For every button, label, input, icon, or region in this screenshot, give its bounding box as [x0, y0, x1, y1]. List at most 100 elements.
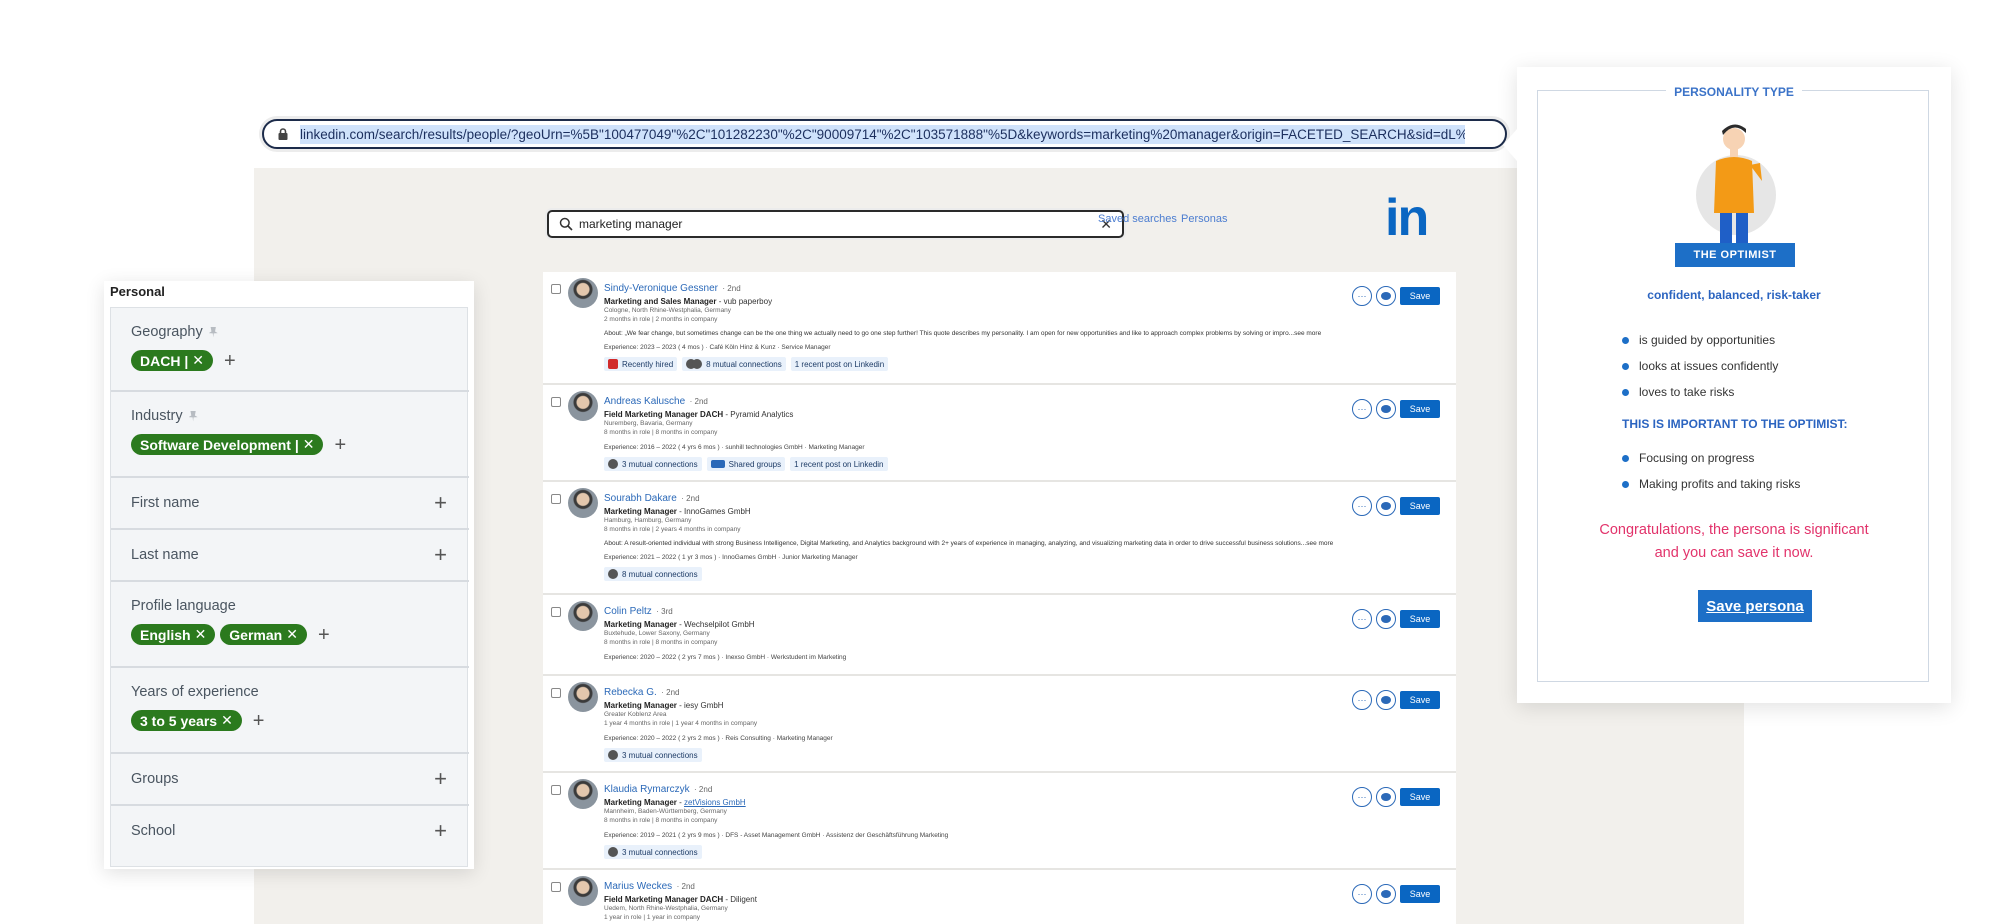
avatar[interactable] [568, 278, 598, 308]
add-filter-icon[interactable]: + [318, 625, 330, 645]
result-name[interactable]: Andreas Kalusche [604, 396, 685, 407]
mutual-connections-chip[interactable]: 3 mutual connections [604, 457, 702, 471]
filter-tag-german[interactable]: German ✕ [220, 624, 307, 645]
message-button[interactable] [1376, 787, 1396, 807]
avatar[interactable] [568, 488, 598, 518]
search-query[interactable]: marketing manager [579, 217, 1100, 231]
address-bar[interactable]: linkedin.com/search/results/people/?geoU… [262, 119, 1507, 149]
result-row[interactable]: Marius Weckes · 2nd Field Marketing Mana… [543, 870, 1456, 924]
add-filter-icon[interactable]: + [224, 351, 236, 371]
save-button[interactable]: Save [1400, 691, 1440, 709]
saved-searches-link[interactable]: Saved searches [1098, 213, 1177, 225]
search-input[interactable]: marketing manager ✕ [547, 210, 1124, 238]
message-button[interactable] [1376, 286, 1396, 306]
result-name[interactable]: Colin Peltz [604, 606, 652, 617]
filter-label: Geography [131, 324, 203, 340]
avatar[interactable] [568, 682, 598, 712]
result-company: - Pyramid Analytics [723, 410, 794, 419]
select-checkbox[interactable] [551, 882, 561, 892]
filter-tag-3-to-5-years[interactable]: 3 to 5 years ✕ [131, 710, 242, 731]
filter-tag-english[interactable]: English ✕ [131, 624, 216, 645]
result-role: Marketing Manager [604, 701, 677, 710]
save-button[interactable]: Save [1400, 885, 1440, 903]
remove-tag-icon[interactable]: ✕ [192, 352, 204, 369]
save-persona-button[interactable]: Save persona [1698, 590, 1812, 622]
result-name[interactable]: Rebecka G. [604, 687, 657, 698]
filter-school[interactable]: School + [111, 806, 469, 858]
message-button[interactable] [1376, 496, 1396, 516]
message-button[interactable] [1376, 690, 1396, 710]
pin-icon[interactable] [188, 410, 198, 422]
result-tenure: 8 months in role | 8 months in company [604, 817, 718, 824]
remove-tag-icon[interactable]: ✕ [286, 626, 298, 643]
save-button[interactable]: Save [1400, 497, 1440, 515]
select-checkbox[interactable] [551, 284, 561, 294]
remove-tag-icon[interactable]: ✕ [303, 436, 315, 453]
select-checkbox[interactable] [551, 785, 561, 795]
result-row[interactable]: Colin Peltz · 3rd Marketing Manager - We… [543, 595, 1456, 676]
save-button[interactable]: Save [1400, 788, 1440, 806]
personas-link[interactable]: Personas [1181, 213, 1227, 225]
more-options-button[interactable]: ··· [1352, 399, 1372, 419]
result-name[interactable]: Marius Weckes [604, 881, 672, 892]
mutual-connections-chip[interactable]: 3 mutual connections [604, 845, 702, 859]
more-options-button[interactable]: ··· [1352, 787, 1372, 807]
avatar[interactable] [568, 876, 598, 906]
add-filter-icon[interactable]: + [434, 820, 447, 842]
filter-tag-dach[interactable]: DACH | ✕ [131, 350, 213, 371]
select-checkbox[interactable] [551, 397, 561, 407]
url-text[interactable]: linkedin.com/search/results/people/?geoU… [300, 124, 1465, 144]
result-name[interactable]: Klaudia Rymarczyk [604, 784, 690, 795]
result-name[interactable]: Sindy-Veronique Gessner [604, 283, 718, 294]
save-button[interactable]: Save [1400, 400, 1440, 418]
filter-groups[interactable]: Groups + [111, 754, 469, 806]
mutual-connections-chip[interactable]: 3 mutual connections [604, 748, 702, 762]
message-button[interactable] [1376, 399, 1396, 419]
filter-last-name[interactable]: Last name + [111, 530, 469, 582]
save-button[interactable]: Save [1400, 287, 1440, 305]
message-button[interactable] [1376, 609, 1396, 629]
personality-type-heading: PERSONALITY TYPE [1666, 85, 1802, 99]
result-row[interactable]: Klaudia Rymarczyk · 2nd Marketing Manage… [543, 773, 1456, 870]
message-button[interactable] [1376, 884, 1396, 904]
filter-first-name[interactable]: First name + [111, 478, 469, 530]
add-filter-icon[interactable]: + [334, 435, 346, 455]
more-options-button[interactable]: ··· [1352, 496, 1372, 516]
filter-tag-software-development[interactable]: Software Development | ✕ [131, 434, 324, 455]
remove-tag-icon[interactable]: ✕ [221, 712, 233, 729]
more-options-button[interactable]: ··· [1352, 690, 1372, 710]
add-filter-icon[interactable]: + [434, 492, 447, 514]
result-row[interactable]: Andreas Kalusche · 2nd Field Marketing M… [543, 385, 1456, 482]
result-role: Marketing and Sales Manager [604, 297, 717, 306]
select-checkbox[interactable] [551, 688, 561, 698]
add-filter-icon[interactable]: + [434, 544, 447, 566]
mutual-connections-chip[interactable]: 8 mutual connections [682, 357, 786, 371]
avatar[interactable] [568, 779, 598, 809]
result-row[interactable]: Sourabh Dakare · 2nd Marketing Manager -… [543, 482, 1456, 595]
remove-tag-icon[interactable]: ✕ [195, 626, 207, 643]
result-row[interactable]: Sindy-Veronique Gessner · 2nd Marketing … [543, 272, 1456, 385]
shared-groups-chip[interactable]: Shared groups [706, 457, 786, 471]
mutual-avatars-icon [608, 569, 618, 579]
avatar[interactable] [568, 601, 598, 631]
more-options-button[interactable]: ··· [1352, 884, 1372, 904]
result-experience: Experience: 2021 – 2022 ( 1 yr 3 mos ) ·… [604, 554, 858, 561]
select-checkbox[interactable] [551, 494, 561, 504]
save-button[interactable]: Save [1400, 610, 1440, 628]
result-company: - Wechselpilot GmbH [676, 620, 755, 629]
pin-icon[interactable] [208, 326, 218, 338]
add-filter-icon[interactable]: + [253, 711, 265, 731]
more-options-button[interactable]: ··· [1352, 609, 1372, 629]
recent-post-chip[interactable]: 1 recent post on Linkedin [790, 457, 888, 471]
filter-industry: Industry Software Development | ✕ + [111, 392, 469, 478]
avatar[interactable] [568, 391, 598, 421]
add-filter-icon[interactable]: + [434, 768, 447, 790]
result-role: Field Marketing Manager DACH [604, 895, 724, 904]
result-row[interactable]: Rebecka G. · 2nd Marketing Manager - ies… [543, 676, 1456, 773]
more-options-button[interactable]: ··· [1352, 286, 1372, 306]
mutual-connections-chip[interactable]: 8 mutual connections [604, 567, 702, 581]
result-company-link[interactable]: zetVisions GmbH [684, 798, 746, 807]
select-checkbox[interactable] [551, 607, 561, 617]
result-name[interactable]: Sourabh Dakare [604, 493, 677, 504]
recent-post-chip[interactable]: 1 recent post on Linkedin [790, 357, 889, 371]
